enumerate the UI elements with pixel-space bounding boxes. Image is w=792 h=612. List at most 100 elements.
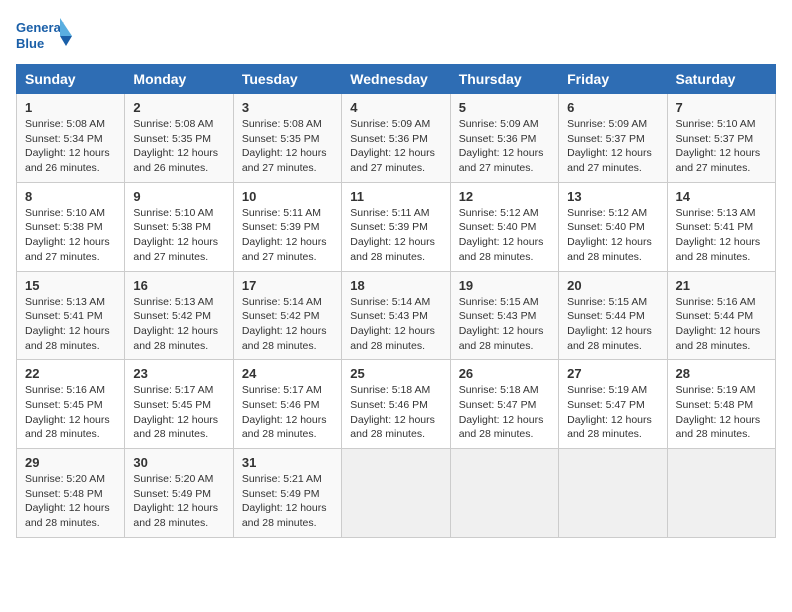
table-cell: 12Sunrise: 5:12 AMSunset: 5:40 PMDayligh…	[450, 182, 558, 271]
header-sunday: Sunday	[17, 65, 125, 94]
table-cell: 7 Sunrise: 5:10 AMSunset: 5:37 PMDaylight…	[667, 94, 775, 183]
table-cell: 20 Sunrise: 5:15 AMSunset: 5:44 PMDayligh…	[559, 271, 667, 360]
day-number: 15	[25, 278, 116, 293]
table-cell: 2Sunrise: 5:08 AMSunset: 5:35 PMDaylight…	[125, 94, 233, 183]
svg-text:Blue: Blue	[16, 36, 44, 51]
day-info: Sunrise: 5:11 AMSunset: 5:39 PMDaylight:…	[350, 206, 441, 265]
day-number: 16	[133, 278, 224, 293]
day-number: 21	[676, 278, 767, 293]
day-info: Sunrise: 5:14 AMSunset: 5:42 PMDaylight:…	[242, 295, 333, 354]
day-info: Sunrise: 5:14 AMSunset: 5:43 PMDaylight:…	[350, 295, 441, 354]
table-cell: 22 Sunrise: 5:16 AMSunset: 5:45 PMDayligh…	[17, 360, 125, 449]
day-info: Sunrise: 5:15 AMSunset: 5:44 PMDaylight:…	[567, 295, 658, 354]
header-saturday: Saturday	[667, 65, 775, 94]
day-number: 9	[133, 189, 224, 204]
day-info: Sunrise: 5:10 AMSunset: 5:38 PMDaylight:…	[25, 206, 116, 265]
day-number: 22	[25, 366, 116, 381]
day-number: 29	[25, 455, 116, 470]
table-cell: 23 Sunrise: 5:17 AMSunset: 5:45 PMDayligh…	[125, 360, 233, 449]
header-wednesday: Wednesday	[342, 65, 450, 94]
table-cell: 13 Sunrise: 5:12 AMSunset: 5:40 PMDayligh…	[559, 182, 667, 271]
table-cell: 11 Sunrise: 5:11 AMSunset: 5:39 PMDayligh…	[342, 182, 450, 271]
day-info: Sunrise: 5:09 AMSunset: 5:37 PMDaylight:…	[567, 117, 658, 176]
day-number: 2	[133, 100, 224, 115]
day-number: 26	[459, 366, 550, 381]
calendar-table: SundayMondayTuesdayWednesdayThursdayFrid…	[16, 64, 776, 538]
week-row-3: 15Sunrise: 5:13 AMSunset: 5:41 PMDayligh…	[17, 271, 776, 360]
day-info: Sunrise: 5:17 AMSunset: 5:45 PMDaylight:…	[133, 383, 224, 442]
day-info: Sunrise: 5:18 AMSunset: 5:47 PMDaylight:…	[459, 383, 550, 442]
table-cell: 3 Sunrise: 5:08 AMSunset: 5:35 PMDaylight…	[233, 94, 341, 183]
table-cell	[450, 449, 558, 538]
day-number: 24	[242, 366, 333, 381]
day-number: 6	[567, 100, 658, 115]
table-cell: 29 Sunrise: 5:20 AMSunset: 5:48 PMDayligh…	[17, 449, 125, 538]
day-number: 19	[459, 278, 550, 293]
week-row-2: 8 Sunrise: 5:10 AMSunset: 5:38 PMDaylight…	[17, 182, 776, 271]
day-number: 12	[459, 189, 550, 204]
header-tuesday: Tuesday	[233, 65, 341, 94]
table-cell: 31Sunrise: 5:21 AMSunset: 5:49 PMDayligh…	[233, 449, 341, 538]
day-info: Sunrise: 5:11 AMSunset: 5:39 PMDaylight:…	[242, 206, 333, 265]
day-number: 28	[676, 366, 767, 381]
day-number: 5	[459, 100, 550, 115]
day-info: Sunrise: 5:08 AMSunset: 5:34 PMDaylight:…	[25, 117, 116, 176]
logo: General Blue	[16, 16, 76, 56]
logo-svg: General Blue	[16, 16, 76, 56]
table-cell: 16 Sunrise: 5:13 AMSunset: 5:42 PMDayligh…	[125, 271, 233, 360]
table-cell: 9 Sunrise: 5:10 AMSunset: 5:38 PMDaylight…	[125, 182, 233, 271]
day-number: 14	[676, 189, 767, 204]
day-info: Sunrise: 5:16 AMSunset: 5:45 PMDaylight:…	[25, 383, 116, 442]
day-info: Sunrise: 5:12 AMSunset: 5:40 PMDaylight:…	[567, 206, 658, 265]
header-friday: Friday	[559, 65, 667, 94]
table-cell	[667, 449, 775, 538]
day-number: 13	[567, 189, 658, 204]
week-row-4: 22 Sunrise: 5:16 AMSunset: 5:45 PMDayligh…	[17, 360, 776, 449]
day-number: 8	[25, 189, 116, 204]
day-info: Sunrise: 5:20 AMSunset: 5:49 PMDaylight:…	[133, 472, 224, 531]
day-info: Sunrise: 5:08 AMSunset: 5:35 PMDaylight:…	[242, 117, 333, 176]
calendar-body: 1 Sunrise: 5:08 AMSunset: 5:34 PMDaylight…	[17, 94, 776, 538]
day-number: 1	[25, 100, 116, 115]
header-monday: Monday	[125, 65, 233, 94]
day-info: Sunrise: 5:20 AMSunset: 5:48 PMDaylight:…	[25, 472, 116, 531]
day-info: Sunrise: 5:10 AMSunset: 5:38 PMDaylight:…	[133, 206, 224, 265]
header-row: SundayMondayTuesdayWednesdayThursdayFrid…	[17, 65, 776, 94]
table-cell: 4Sunrise: 5:09 AMSunset: 5:36 PMDaylight…	[342, 94, 450, 183]
day-number: 17	[242, 278, 333, 293]
page-header: General Blue	[16, 16, 776, 56]
table-cell: 5 Sunrise: 5:09 AMSunset: 5:36 PMDaylight…	[450, 94, 558, 183]
table-cell: 19Sunrise: 5:15 AMSunset: 5:43 PMDayligh…	[450, 271, 558, 360]
day-info: Sunrise: 5:13 AMSunset: 5:41 PMDaylight:…	[676, 206, 767, 265]
day-number: 4	[350, 100, 441, 115]
day-info: Sunrise: 5:13 AMSunset: 5:42 PMDaylight:…	[133, 295, 224, 354]
week-row-1: 1 Sunrise: 5:08 AMSunset: 5:34 PMDaylight…	[17, 94, 776, 183]
day-number: 31	[242, 455, 333, 470]
day-info: Sunrise: 5:10 AMSunset: 5:37 PMDaylight:…	[676, 117, 767, 176]
svg-text:General: General	[16, 20, 64, 35]
table-cell: 30Sunrise: 5:20 AMSunset: 5:49 PMDayligh…	[125, 449, 233, 538]
day-number: 10	[242, 189, 333, 204]
day-number: 27	[567, 366, 658, 381]
day-number: 3	[242, 100, 333, 115]
table-cell	[559, 449, 667, 538]
table-cell: 27 Sunrise: 5:19 AMSunset: 5:47 PMDayligh…	[559, 360, 667, 449]
day-info: Sunrise: 5:09 AMSunset: 5:36 PMDaylight:…	[459, 117, 550, 176]
day-number: 18	[350, 278, 441, 293]
day-info: Sunrise: 5:19 AMSunset: 5:48 PMDaylight:…	[676, 383, 767, 442]
week-row-5: 29 Sunrise: 5:20 AMSunset: 5:48 PMDayligh…	[17, 449, 776, 538]
calendar-header: SundayMondayTuesdayWednesdayThursdayFrid…	[17, 65, 776, 94]
day-number: 20	[567, 278, 658, 293]
day-number: 23	[133, 366, 224, 381]
day-number: 25	[350, 366, 441, 381]
table-cell: 25 Sunrise: 5:18 AMSunset: 5:46 PMDayligh…	[342, 360, 450, 449]
table-cell	[342, 449, 450, 538]
table-cell: 28 Sunrise: 5:19 AMSunset: 5:48 PMDayligh…	[667, 360, 775, 449]
table-cell: 6 Sunrise: 5:09 AMSunset: 5:37 PMDaylight…	[559, 94, 667, 183]
day-info: Sunrise: 5:16 AMSunset: 5:44 PMDaylight:…	[676, 295, 767, 354]
day-number: 11	[350, 189, 441, 204]
day-info: Sunrise: 5:18 AMSunset: 5:46 PMDaylight:…	[350, 383, 441, 442]
table-cell: 21 Sunrise: 5:16 AMSunset: 5:44 PMDayligh…	[667, 271, 775, 360]
day-info: Sunrise: 5:19 AMSunset: 5:47 PMDaylight:…	[567, 383, 658, 442]
day-number: 7	[676, 100, 767, 115]
